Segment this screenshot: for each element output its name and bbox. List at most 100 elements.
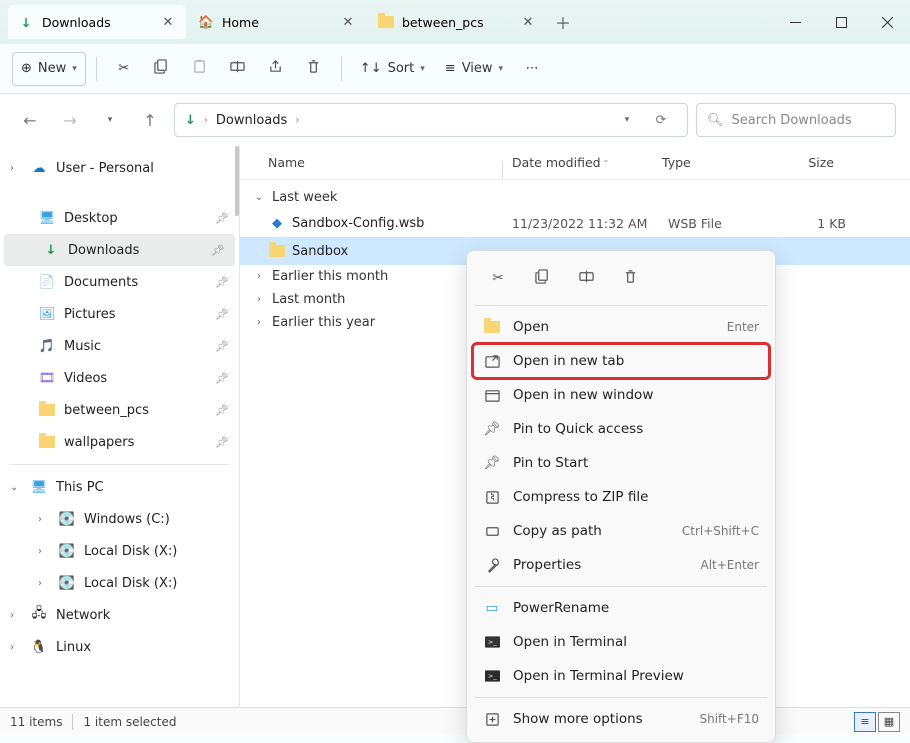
group-label: Earlier this year [272,315,375,330]
context-open-new-window[interactable]: Open in new window [473,378,769,412]
drive-icon: 💽 [58,510,76,528]
file-type: WSB File [668,216,780,231]
close-icon[interactable]: ✕ [520,14,536,30]
new-label: New [38,61,66,76]
column-size[interactable]: Size [774,155,834,170]
file-date: 11/23/2022 11:32 AM [512,216,662,231]
recent-button[interactable]: ▾ [94,104,126,136]
ci-label: Pin to Quick access [513,421,759,437]
chevron-down-icon: ▾ [499,64,504,74]
context-open-new-tab[interactable]: Open in new tab [473,344,769,378]
trash-icon [623,269,638,288]
sort-icon: ↑↓ [360,61,382,76]
rename-button[interactable] [571,263,601,293]
more-button[interactable]: ⋯ [515,52,549,86]
back-button[interactable]: ← [14,104,46,136]
close-icon[interactable]: ✕ [340,14,356,30]
title-bar: ↓ Downloads ✕ 🏠 Home ✕ between_pcs ✕ ＋ [0,0,910,44]
column-type[interactable]: Type [662,155,774,170]
sort-button[interactable]: ↑↓ Sort ▾ [352,52,433,86]
context-open-terminal-preview[interactable]: >_ Open in Terminal Preview [473,659,769,693]
chevron-right-icon: › [295,115,299,126]
column-name[interactable]: Name [268,155,512,170]
cut-button[interactable]: ✂ [483,263,513,293]
refresh-button[interactable]: ⟳ [645,104,677,136]
address-bar[interactable]: ↓ › Downloads › ▾ ⟳ [174,103,688,137]
sidebar-item-music[interactable]: 🎵 Music 📌︎ [0,330,239,362]
copy-icon [535,269,550,288]
sidebar-item-this-pc[interactable]: ⌄ 🖥 This PC [0,471,239,503]
sidebar-item-user-personal[interactable]: › ☁ User - Personal [0,152,239,184]
sidebar-item-documents[interactable]: 📄 Documents 📌︎ [0,266,239,298]
paste-button[interactable] [183,52,217,86]
rename-icon [230,59,245,78]
sidebar-item-label: User - Personal [56,161,154,176]
download-icon: ↓ [185,113,196,128]
delete-button[interactable] [615,263,645,293]
context-show-more[interactable]: Show more options Shift+F10 [473,702,769,736]
sidebar-item-drive-x1[interactable]: › 💽 Local Disk (X:) [0,535,239,567]
sidebar-item-videos[interactable]: 🎞 Videos 📌︎ [0,362,239,394]
sidebar-item-drive-c[interactable]: › 💽 Windows (C:) [0,503,239,535]
context-properties[interactable]: Properties Alt+Enter [473,548,769,582]
plus-circle-icon: ⊕ [21,61,32,76]
details-view-button[interactable]: ≡ [854,712,876,732]
copy-button[interactable] [527,263,557,293]
context-open[interactable]: Open Enter [473,310,769,344]
context-copy-path[interactable]: Copy as path Ctrl+Shift+C [473,514,769,548]
ci-label: Open in new tab [513,353,759,369]
sidebar-item-network[interactable]: › 🖧 Network [0,599,239,631]
copy-button[interactable] [145,52,179,86]
sidebar-item-downloads[interactable]: ↓ Downloads 📌︎ [4,234,235,266]
context-powerrename[interactable]: ▭ PowerRename [473,591,769,625]
tab-downloads[interactable]: ↓ Downloads ✕ [8,5,186,39]
context-compress-zip[interactable]: Compress to ZIP file [473,480,769,514]
chevron-right-icon: › [204,115,208,126]
delete-button[interactable] [297,52,331,86]
tab-between-pcs[interactable]: between_pcs ✕ [368,5,546,39]
up-button[interactable]: ↑ [134,104,166,136]
separator [341,57,342,81]
context-pin-quick-access[interactable]: 📌︎ Pin to Quick access [473,412,769,446]
context-open-terminal[interactable]: >_ Open in Terminal [473,625,769,659]
separator [10,464,229,465]
sidebar-item-wallpapers[interactable]: wallpapers 📌︎ [0,426,239,458]
share-button[interactable] [259,52,293,86]
network-icon: 🖧 [30,606,48,624]
sidebar-item-drive-x2[interactable]: › 💽 Local Disk (X:) [0,567,239,599]
cut-button[interactable]: ✂ [107,52,141,86]
new-button[interactable]: ⊕ New ▾ [12,52,86,86]
sort-label: Sort [388,61,415,76]
navigation-pane[interactable]: › ☁ User - Personal 🖥 Desktop 📌︎ ↓ Downl… [0,146,240,707]
forward-button[interactable]: → [54,104,86,136]
ci-label: Open in Terminal Preview [513,668,759,684]
sidebar-item-desktop[interactable]: 🖥 Desktop 📌︎ [0,202,239,234]
column-date[interactable]: Date modified⌄ [512,155,662,170]
pin-icon: 📌︎ [215,212,229,225]
new-tab-button[interactable]: ＋ [548,7,578,37]
terminal-icon: >_ [483,633,501,651]
context-pin-start[interactable]: 📌︎ Pin to Start [473,446,769,480]
close-icon[interactable]: ✕ [160,14,176,30]
breadcrumb-item[interactable]: Downloads [216,113,287,128]
search-input[interactable]: 🔍︎ Search Downloads [696,103,896,137]
chevron-right-icon: › [10,642,22,653]
sidebar-item-label: Network [56,608,110,623]
sidebar-item-between-pcs[interactable]: between_pcs 📌︎ [0,394,239,426]
minimize-button[interactable] [772,6,818,38]
new-tab-icon [483,352,501,370]
view-button[interactable]: ≡ View ▾ [437,52,511,86]
icons-view-button[interactable]: ▦ [878,712,900,732]
file-row[interactable]: ◆ Sandbox-Config.wsb 11/23/2022 11:32 AM… [240,209,910,237]
ci-shortcut: Alt+Enter [700,558,759,572]
address-dropdown-button[interactable]: ▾ [611,104,643,136]
tab-home[interactable]: 🏠 Home ✕ [188,5,366,39]
group-last-week[interactable]: ⌄ Last week [240,186,910,209]
sidebar-item-linux[interactable]: › 🐧 Linux [0,631,239,663]
maximize-button[interactable] [818,6,864,38]
sidebar-item-pictures[interactable]: 🖼 Pictures 📌︎ [0,298,239,330]
sidebar-item-label: Music [64,339,101,354]
close-window-button[interactable] [864,6,910,38]
sidebar-item-label: Pictures [64,307,115,322]
rename-button[interactable] [221,52,255,86]
